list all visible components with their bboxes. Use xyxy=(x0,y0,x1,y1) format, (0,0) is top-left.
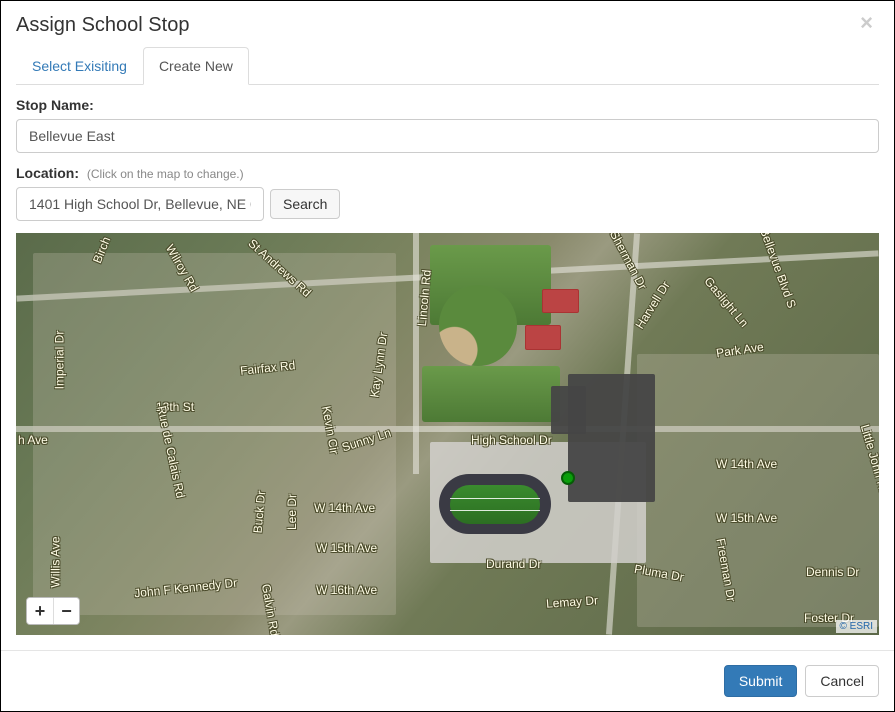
tabs: Select Exisiting Create New xyxy=(16,47,879,85)
submit-button[interactable]: Submit xyxy=(724,665,798,697)
modal-title: Assign School Stop xyxy=(16,14,879,37)
stop-name-input[interactable] xyxy=(16,119,879,153)
location-group: Location: (Click on the map to change.) … xyxy=(16,165,879,221)
location-map[interactable]: BirchWilroy RdSt Andrews RdSherman DrHar… xyxy=(16,233,879,635)
close-icon[interactable]: × xyxy=(854,11,879,35)
modal-footer: Submit Cancel xyxy=(1,650,894,711)
zoom-in-button[interactable]: + xyxy=(27,598,53,624)
zoom-out-button[interactable]: − xyxy=(53,598,79,624)
modal-body: Select Exisiting Create New Stop Name: L… xyxy=(1,47,894,650)
modal-header: Assign School Stop × xyxy=(1,1,894,47)
location-input[interactable] xyxy=(16,187,264,221)
zoom-controls: + − xyxy=(26,597,80,625)
assign-school-stop-modal: Assign School Stop × Select Exisiting Cr… xyxy=(0,0,895,712)
stop-name-group: Stop Name: xyxy=(16,97,879,153)
cancel-button[interactable]: Cancel xyxy=(805,665,879,697)
street-label: Lemay Dr xyxy=(546,593,599,611)
tab-create-new[interactable]: Create New xyxy=(143,47,249,85)
street-label: Harvell Dr xyxy=(633,279,673,332)
location-hint: (Click on the map to change.) xyxy=(87,167,244,181)
search-button[interactable]: Search xyxy=(270,189,340,219)
stop-name-label: Stop Name: xyxy=(16,97,94,113)
street-label: Bellevue Blvd S xyxy=(757,233,799,310)
location-label: Location: xyxy=(16,165,79,181)
tab-select-existing[interactable]: Select Exisiting xyxy=(16,47,143,85)
map-attribution: © ESRI xyxy=(836,620,878,633)
map-marker-icon[interactable] xyxy=(561,471,575,485)
street-label: Gaslight Ln xyxy=(701,274,751,330)
